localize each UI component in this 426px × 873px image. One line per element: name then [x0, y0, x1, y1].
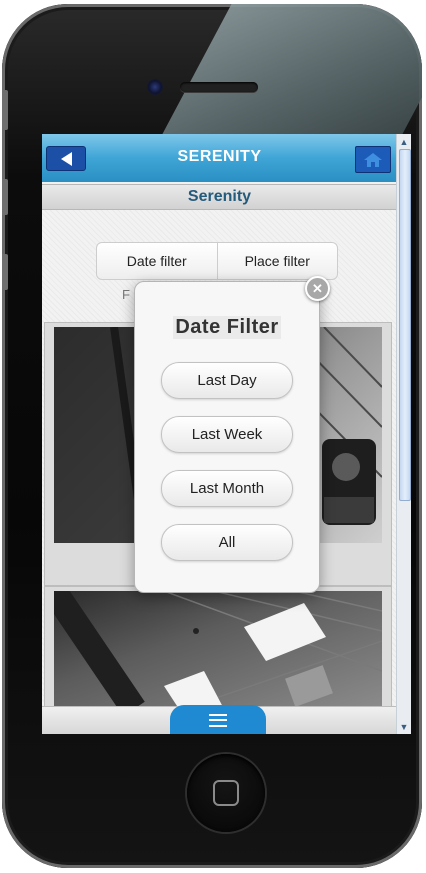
camera-image[interactable] — [54, 591, 382, 709]
last-week-button[interactable]: Last Week — [161, 416, 293, 453]
last-day-button[interactable]: Last Day — [161, 362, 293, 399]
subtitle-bar: Serenity — [42, 184, 397, 210]
popup-title: Date Filter — [135, 316, 319, 339]
front-camera — [147, 79, 163, 95]
photo-card[interactable] — [44, 586, 392, 709]
home-button[interactable] — [355, 146, 391, 173]
home-icon — [364, 152, 382, 167]
page-subtitle: Serenity — [187, 188, 252, 205]
date-filter-popup: Date Filter Last Day Last Week Last Mont… — [134, 281, 320, 593]
date-filter-button[interactable]: Date filter — [97, 243, 217, 279]
all-button[interactable]: All — [161, 524, 293, 561]
filter-segment: Date filter Place filter — [96, 242, 338, 280]
volume-up-button — [2, 179, 8, 215]
scroll-down-arrow-icon[interactable]: ▼ — [398, 720, 410, 733]
earpiece-speaker — [180, 82, 258, 92]
camera-image-graphic — [54, 591, 382, 709]
last-month-button[interactable]: Last Month — [161, 470, 293, 507]
phone-gloss — [157, 4, 422, 144]
scrollbar[interactable]: ▲ ▼ — [396, 134, 411, 734]
header-bar: SERENITY — [42, 134, 397, 182]
menu-button[interactable] — [170, 705, 266, 734]
scroll-up-arrow-icon[interactable]: ▲ — [398, 135, 410, 148]
volume-down-button — [2, 254, 8, 290]
volume-switch — [2, 90, 8, 130]
phone-home-button[interactable] — [187, 754, 265, 832]
scroll-thumb[interactable] — [399, 149, 411, 501]
popup-title-text: Date Filter — [173, 316, 281, 339]
bottom-bar — [42, 705, 397, 734]
filter-caption: F — [122, 287, 130, 302]
hamburger-menu-icon — [209, 713, 227, 727]
app-title: SERENITY — [177, 148, 262, 165]
close-icon[interactable]: ✕ — [305, 276, 330, 301]
home-square-icon — [213, 780, 239, 806]
place-filter-button[interactable]: Place filter — [216, 243, 338, 279]
